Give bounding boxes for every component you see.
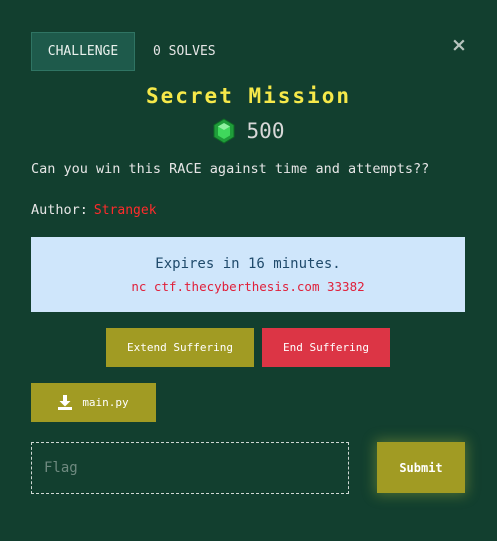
submit-button[interactable]: Submit (377, 442, 465, 493)
author-name: Strangek (93, 203, 157, 218)
author-line: Author: Strangek (31, 202, 157, 218)
instance-info-box: Expires in 16 minutes. nc ctf.thecyberth… (31, 237, 465, 312)
download-file-label: main.py (82, 396, 129, 409)
close-icon[interactable]: × (450, 35, 468, 54)
extend-suffering-button[interactable]: Extend Suffering (106, 328, 254, 367)
end-suffering-button[interactable]: End Suffering (262, 328, 390, 367)
tab-challenge[interactable]: CHALLENGE (31, 32, 135, 71)
tab-solves[interactable]: 0 SOLVES (153, 44, 216, 59)
download-file-button[interactable]: main.py (31, 383, 156, 422)
points-value: 500 (246, 119, 285, 143)
download-icon (58, 395, 73, 410)
expires-text: Expires in 16 minutes. (155, 255, 341, 272)
challenge-points: 500 (0, 118, 497, 144)
flag-input[interactable] (31, 442, 349, 494)
challenge-description: Can you win this RACE against time and a… (31, 161, 430, 177)
green-gem-icon (213, 118, 235, 144)
challenge-title: Secret Mission (145, 84, 351, 108)
author-label: Author: (31, 202, 88, 218)
challenge-tabs: CHALLENGE 0 SOLVES (31, 32, 216, 71)
connection-command: nc ctf.thecyberthesis.com 33382 (131, 278, 365, 294)
